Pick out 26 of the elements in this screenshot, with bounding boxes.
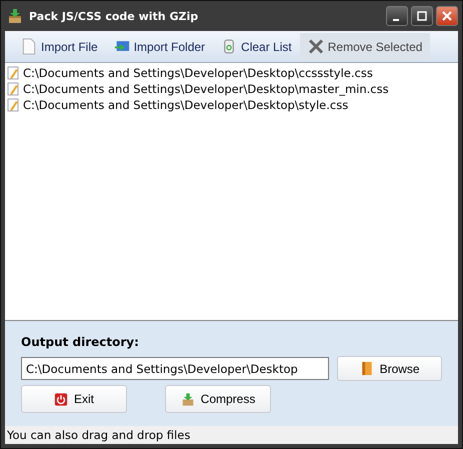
exit-button[interactable]: Exit xyxy=(21,385,127,413)
toolbar-button[interactable]: Import File xyxy=(13,33,106,60)
output-directory-field[interactable]: C:\Documents and Settings\Developer\Desktop xyxy=(21,357,330,380)
compress-button[interactable]: Compress xyxy=(165,385,271,413)
toolbar-button[interactable]: Remove Selected xyxy=(300,33,430,60)
maximize-button[interactable] xyxy=(411,6,433,26)
power-icon xyxy=(54,392,68,406)
toolbar-button[interactable]: Clear List xyxy=(213,33,300,60)
minimize-button[interactable] xyxy=(386,6,408,26)
cross-icon xyxy=(308,38,324,55)
close-icon xyxy=(442,11,452,21)
document-icon xyxy=(21,38,37,55)
file-path[interactable]: C:\Documents and Settings\Developer\Desktop\style.css xyxy=(23,98,348,112)
close-button[interactable] xyxy=(436,6,458,26)
package-icon xyxy=(180,392,195,406)
output-label: Output directory: xyxy=(21,335,140,349)
toolbar-button[interactable]: Import Folder xyxy=(106,33,214,60)
maximize-icon xyxy=(417,11,427,21)
window-title: Pack JS/CSS code with GZip xyxy=(29,10,200,22)
package-icon xyxy=(7,8,23,24)
status-text: You can also drag and drop files xyxy=(7,428,190,442)
file-path[interactable]: C:\Documents and Settings\Developer\Desktop\master_min.css xyxy=(23,82,389,96)
book-icon xyxy=(360,361,374,376)
browse-button[interactable]: Browse xyxy=(337,356,442,381)
minimize-icon xyxy=(393,19,399,21)
file-path[interactable]: C:\Documents and Settings\Developer\Desktop\ccssstyle.css xyxy=(23,66,373,80)
